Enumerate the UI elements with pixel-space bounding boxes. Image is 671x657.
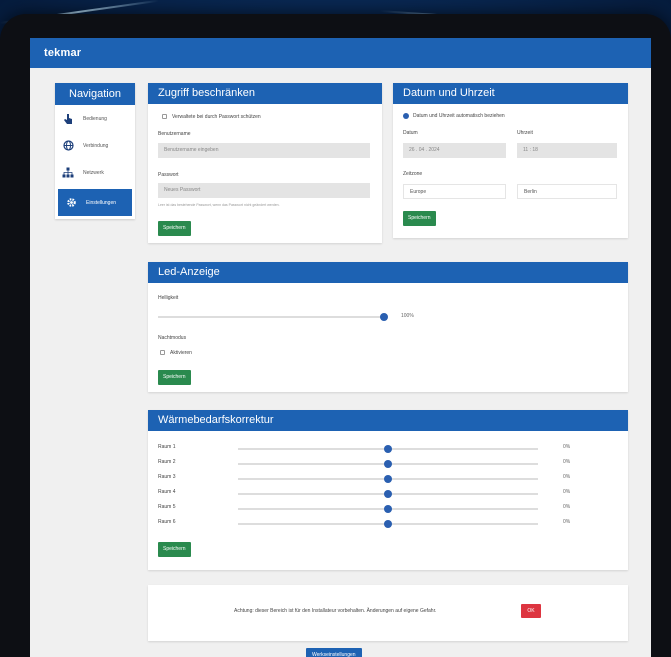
led-save-button[interactable]: Speichern xyxy=(158,370,191,385)
room-slider[interactable] xyxy=(238,460,538,468)
screen: tekmar Navigation Bedienung Verbindung N… xyxy=(30,38,651,657)
led-title: Led-Anzeige xyxy=(148,262,628,283)
room-slider-handle[interactable] xyxy=(384,445,392,453)
network-icon xyxy=(61,166,75,180)
room-value: 0% xyxy=(563,444,571,450)
auto-time-radio[interactable] xyxy=(403,113,409,119)
datetime-card: Datum und Uhrzeit Datum und Uhrzeit auto… xyxy=(393,83,628,238)
night-mode-checkbox[interactable] xyxy=(160,350,165,356)
brand-logo: tekmar xyxy=(44,47,82,59)
night-mode-label: Nachtmodus xyxy=(158,335,187,341)
date-label: Datum xyxy=(403,130,418,136)
nav-item-einstellungen[interactable]: Einstellungen xyxy=(58,189,132,216)
nav-item-label: Netzwerk xyxy=(83,169,104,176)
factory-reset-button[interactable]: Werkseinstellungen xyxy=(306,648,362,657)
room-slider-handle[interactable] xyxy=(384,475,392,483)
navigation-title: Navigation xyxy=(55,83,135,105)
touch-icon xyxy=(61,112,75,126)
room-slider-handle[interactable] xyxy=(384,520,392,528)
room-label: Raum 2 xyxy=(158,459,176,465)
nav-item-label: Bedienung xyxy=(83,115,107,122)
nav-item-label: Verbindung xyxy=(83,142,109,149)
room-slider-handle[interactable] xyxy=(384,505,392,513)
auto-time-label: Datum und Uhrzeit automatisch beziehen xyxy=(413,113,505,120)
room-label: Raum 3 xyxy=(158,474,176,480)
room-slider[interactable] xyxy=(238,445,538,453)
brightness-slider-handle[interactable] xyxy=(380,313,388,321)
timezone-city-select[interactable]: Berlin xyxy=(517,184,617,199)
password-label: Passwort xyxy=(158,172,179,178)
access-title: Zugriff beschränken xyxy=(148,83,382,104)
time-input[interactable]: 11 : 18 xyxy=(517,143,617,158)
nav-item-netzwerk[interactable]: Netzwerk xyxy=(55,159,135,186)
room-label: Raum 1 xyxy=(158,444,176,450)
warning-text: Achtung: dieser Bereich ist für den Inst… xyxy=(234,608,437,614)
room-slider[interactable] xyxy=(238,505,538,513)
nav-item-bedienung[interactable]: Bedienung xyxy=(55,105,135,132)
room-slider[interactable] xyxy=(238,520,538,528)
gear-icon xyxy=(64,196,78,210)
room-slider-handle[interactable] xyxy=(384,460,392,468)
room-value: 0% xyxy=(563,459,571,465)
heat-save-button[interactable]: Speichern xyxy=(158,542,191,557)
nav-item-verbindung[interactable]: Verbindung xyxy=(55,132,135,159)
room-value: 0% xyxy=(563,489,571,495)
room-label: Raum 6 xyxy=(158,519,176,525)
access-save-button[interactable]: Speichern xyxy=(158,221,191,236)
timezone-label: Zeitzone xyxy=(403,171,423,177)
led-card: Led-Anzeige Helligkeit 100% Nachtmodus A… xyxy=(148,262,628,392)
password-protect-label: Verwaltete bei durch Passwort schützen xyxy=(172,114,261,120)
room-slider[interactable] xyxy=(238,490,538,498)
brightness-slider[interactable] xyxy=(158,313,388,321)
access-card: Zugriff beschränken Verwaltete bei durch… xyxy=(148,83,382,243)
globe-icon xyxy=(61,139,75,153)
room-label: Raum 5 xyxy=(158,504,176,510)
room-value: 0% xyxy=(563,504,571,510)
datetime-title: Datum und Uhrzeit xyxy=(393,83,628,104)
timezone-region-select[interactable]: Europe xyxy=(403,184,506,199)
date-input[interactable]: 26 . 04 . 2024 xyxy=(403,143,506,158)
username-input[interactable]: Benutzername eingeben xyxy=(158,143,370,158)
heat-title: Wärmebedarfskorrektur xyxy=(148,410,628,431)
navigation-panel: Navigation Bedienung Verbindung Netzwerk… xyxy=(55,83,135,219)
room-label: Raum 4 xyxy=(158,489,176,495)
top-bar: tekmar xyxy=(30,38,651,68)
password-input[interactable]: Neues Passwort xyxy=(158,183,370,198)
room-slider-handle[interactable] xyxy=(384,490,392,498)
night-mode-checkbox-label: Aktivieren xyxy=(170,350,192,356)
room-slider[interactable] xyxy=(238,475,538,483)
brightness-label: Helligkeit xyxy=(158,295,179,301)
warning-card: Achtung: dieser Bereich ist für den Inst… xyxy=(148,585,628,641)
room-value: 0% xyxy=(563,519,571,525)
username-label: Benutzername xyxy=(158,131,191,137)
warning-ok-button[interactable]: OK xyxy=(521,604,541,618)
password-hint: Leer ist das bestehende Passwort, wenn d… xyxy=(158,203,280,207)
heat-card: Wärmebedarfskorrektur Raum 1 0% Raum 2 0% Ra… xyxy=(148,410,628,570)
nav-item-label: Einstellungen xyxy=(86,199,117,206)
datetime-save-button[interactable]: Speichern xyxy=(403,211,436,226)
time-label: Uhrzeit xyxy=(517,130,533,136)
room-value: 0% xyxy=(563,474,571,480)
password-protect-checkbox[interactable] xyxy=(162,114,167,120)
brightness-value: 100% xyxy=(401,313,414,319)
